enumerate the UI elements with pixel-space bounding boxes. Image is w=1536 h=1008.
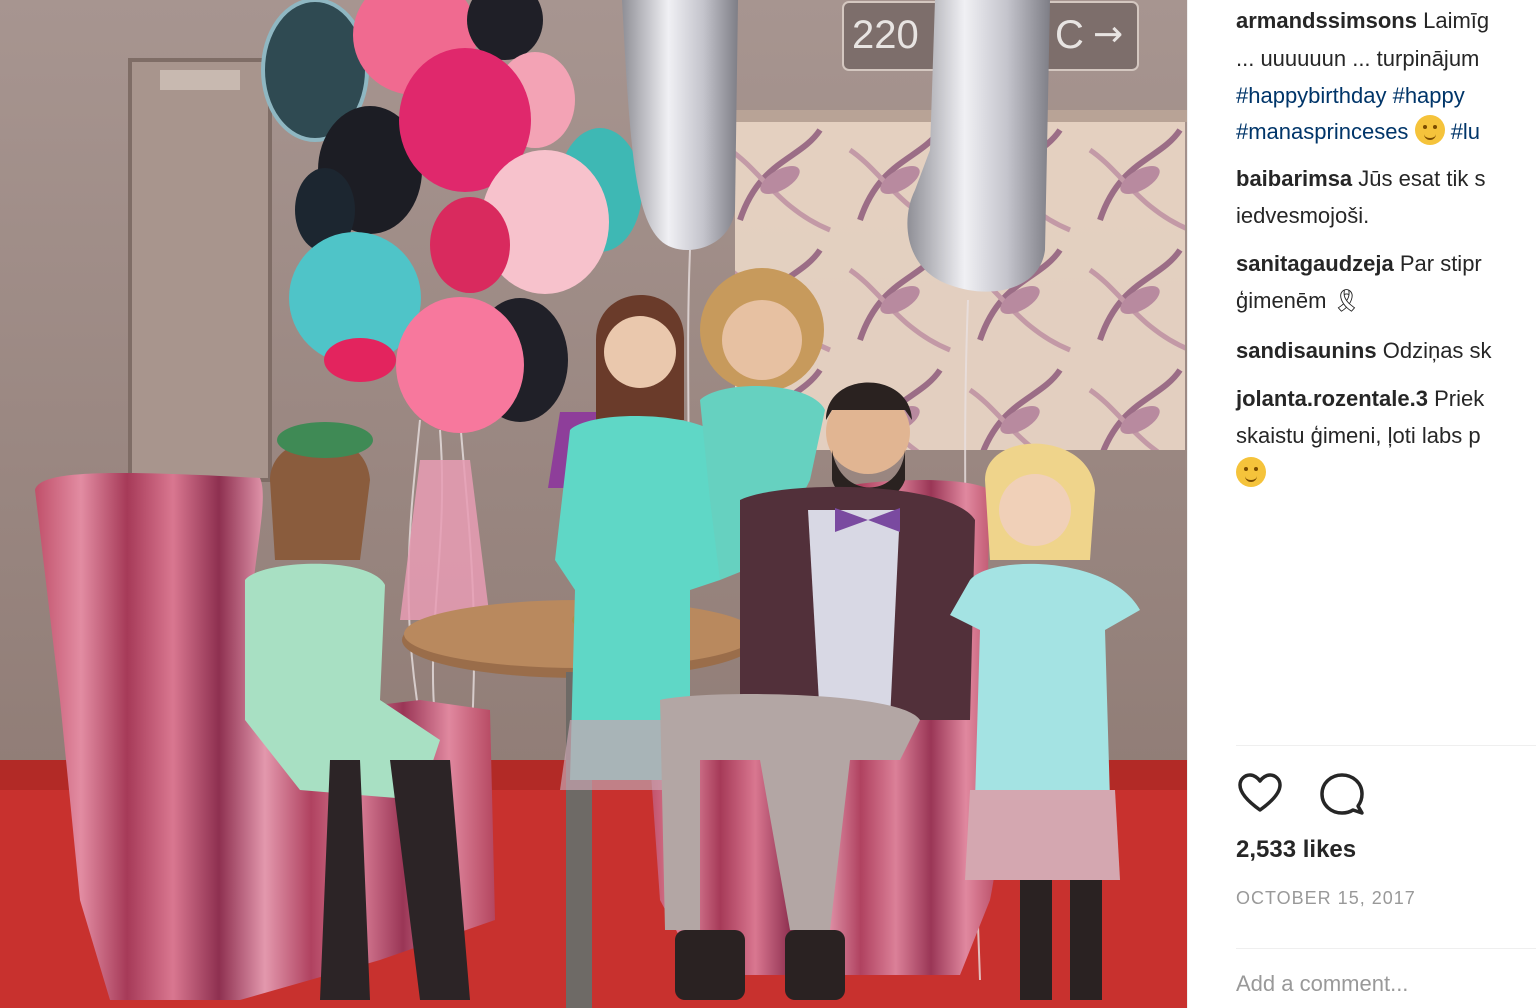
heart-icon[interactable] bbox=[1236, 770, 1284, 818]
comment-username[interactable]: baibarimsa bbox=[1236, 166, 1352, 191]
family-birthday-photo: 220 C → bbox=[0, 0, 1187, 1008]
caption-text-line1: Laimīg bbox=[1423, 8, 1490, 33]
comment-item-continued bbox=[1236, 455, 1536, 492]
caption-username[interactable]: armandssimsons bbox=[1236, 8, 1417, 33]
caption-hashtags-line: #happybirthday #happy bbox=[1236, 77, 1536, 114]
smiling-face-emoji-icon bbox=[1414, 115, 1445, 145]
comment-text: Odziņas sk bbox=[1382, 338, 1492, 363]
comment-item: baibarimsa Jūs esat tik s bbox=[1236, 160, 1536, 197]
caption-line2: ... uuuuuun ... turpinājum bbox=[1236, 40, 1536, 77]
comment-bubble-icon[interactable] bbox=[1318, 770, 1366, 818]
black-ribbon-emoji-icon: 🎗 bbox=[1332, 288, 1361, 313]
comment-username[interactable]: sanitagaudzeja bbox=[1236, 251, 1394, 276]
comment-item-continued: skaistu ģimeni, ļoti labs p bbox=[1236, 417, 1536, 454]
comment-item-continued: ģimenēm 🎗 bbox=[1236, 282, 1536, 319]
caption-hashtags-line: #manasprinceses #lu bbox=[1236, 113, 1536, 150]
comment-text: iedvesmojoši. bbox=[1236, 203, 1370, 228]
comment-username[interactable]: jolanta.rozentale.3 bbox=[1236, 386, 1428, 411]
comment-text: ģimenēm bbox=[1236, 288, 1327, 313]
post-date: OCTOBER 15, 2017 bbox=[1236, 888, 1416, 908]
hashtag-link[interactable]: #manasprinceses bbox=[1236, 119, 1408, 144]
comment-text: Par stipr bbox=[1399, 251, 1482, 276]
comment-item: sanitagaudzeja Par stipr bbox=[1236, 245, 1536, 282]
smiling-face-emoji-icon bbox=[1236, 457, 1266, 487]
comment-username[interactable]: sandisaunins bbox=[1236, 338, 1377, 363]
add-comment-input[interactable] bbox=[1236, 965, 1536, 1003]
post-photo[interactable]: 220 C → bbox=[0, 0, 1187, 1008]
room-sign-suffix: C bbox=[1055, 13, 1084, 57]
hashtag-link[interactable]: #lu bbox=[1451, 119, 1480, 144]
caption: armandssimsons Laimīg bbox=[1236, 2, 1536, 39]
divider bbox=[1236, 948, 1536, 949]
hashtag-link[interactable]: #happy bbox=[1393, 83, 1465, 108]
post-side-panel: armandssimsons Laimīg ... uuuuuun ... tu… bbox=[1187, 0, 1536, 1008]
comment-text: Priek bbox=[1434, 386, 1485, 411]
comment-text: Jūs esat tik s bbox=[1358, 166, 1486, 191]
svg-text:→: → bbox=[1093, 14, 1123, 55]
divider bbox=[1236, 745, 1536, 746]
caption-text-line2: ... uuuuuun ... turpinājum bbox=[1236, 46, 1480, 71]
likes-count[interactable]: 2,533 likes bbox=[1236, 836, 1356, 864]
hashtag-link[interactable]: #happybirthday bbox=[1236, 83, 1386, 108]
comment-item: sandisaunins Odziņas sk bbox=[1236, 332, 1536, 369]
room-sign-number: 220 bbox=[852, 13, 919, 57]
comment-item-continued: iedvesmojoši. bbox=[1236, 197, 1536, 234]
comment-item: jolanta.rozentale.3 Priek bbox=[1236, 380, 1536, 417]
comment-text: skaistu ģimeni, ļoti labs p bbox=[1236, 423, 1481, 448]
